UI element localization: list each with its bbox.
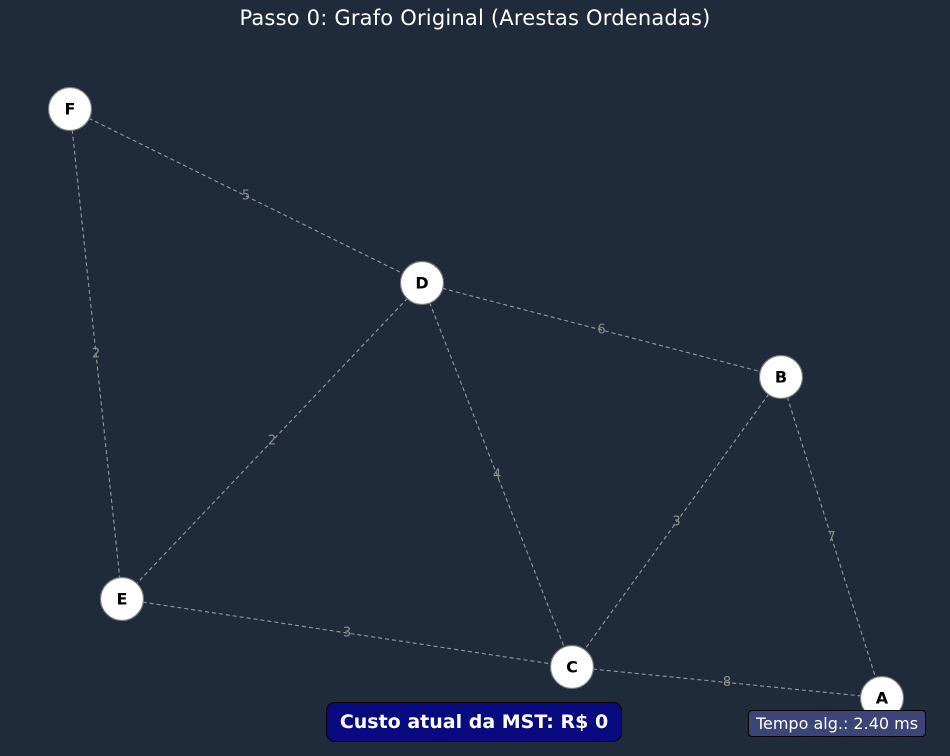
graph-canvas: 5 2 6 2 4 3 7 3 8 F D B E C A [47, 86, 905, 721]
nodes-layer: F D B E C A [47, 86, 905, 721]
edge-weight-d-b: 6 [597, 323, 605, 338]
edges-layer: 5 2 6 2 4 3 7 3 8 [69, 108, 883, 699]
node-label-e: E [117, 590, 128, 609]
node-e: E [99, 576, 145, 622]
node-label-f: F [65, 100, 76, 119]
node-label-d: D [415, 274, 428, 293]
mst-cost-badge: Custo atual da MST: R$ 0 [326, 702, 622, 742]
node-label-c: C [566, 658, 578, 677]
edge-weight-f-d: 5 [242, 189, 250, 204]
algorithm-time-badge: Tempo alg.: 2.40 ms [748, 710, 926, 737]
edge-weight-e-c: 3 [343, 626, 351, 641]
edge-weight-b-c: 3 [672, 515, 680, 530]
node-d: D [399, 260, 445, 306]
edge-weight-c-a: 8 [723, 675, 731, 690]
node-label-b: B [775, 368, 787, 387]
edge-weight-d-c: 4 [493, 468, 501, 483]
edge-weight-b-a: 7 [827, 530, 835, 545]
node-f: F [47, 86, 93, 132]
node-b: B [758, 354, 804, 400]
node-label-a: A [876, 689, 889, 708]
node-c: C [549, 644, 595, 690]
edge-weight-f-e: 2 [92, 347, 100, 362]
edge-weight-d-e: 2 [268, 434, 276, 449]
